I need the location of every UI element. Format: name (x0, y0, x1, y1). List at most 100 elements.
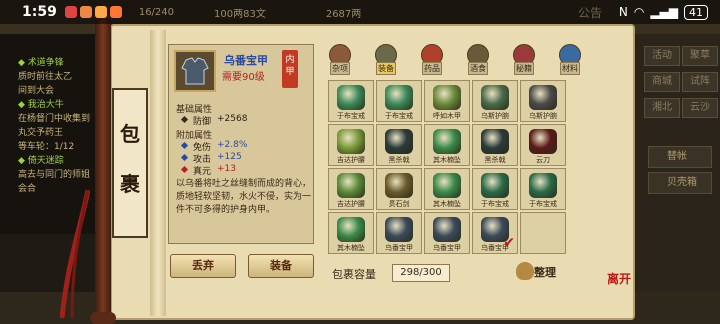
bag-icon[interactable] (516, 262, 534, 280)
clock: 1:59 (22, 4, 57, 20)
item-label: 于布宝戒 (529, 200, 557, 208)
item-label: 于布宝戒 (337, 112, 365, 120)
scroll-cap-bottom (90, 312, 116, 324)
inventory-slot[interactable]: 于布宝戒 (520, 168, 566, 210)
category-tab[interactable]: 材料 (552, 44, 588, 78)
category-tabs: 杂项 装备 药品 酒食 秘籍 材料 (322, 44, 594, 80)
category-tab[interactable]: 药品 (414, 44, 450, 78)
item-label: 黑杀戟 (484, 156, 506, 164)
menu-map-a[interactable]: 湘北 (644, 98, 680, 118)
inventory-slot[interactable]: 于布宝戒 (328, 80, 374, 122)
inventory-grid: 于布宝戒 于布宝戒 呼如木甲 乌斯护腕 乌斯护腕 吉达护腰 黑杀戟 其木楠坠 黑杀戟 云刀 吉达护腰… (328, 80, 600, 260)
inventory-slot[interactable]: 其木楠坠 (424, 168, 470, 210)
armor-icon (181, 57, 209, 85)
app-icon (64, 6, 77, 18)
item-icon (337, 129, 365, 154)
inventory-slot[interactable]: 乌番宝甲 (424, 212, 470, 254)
inventory-slot[interactable]: 于布宝戒 (472, 168, 518, 210)
item-label: 于布宝戒 (481, 200, 509, 208)
inventory-slot[interactable]: 其木楠坠 (424, 124, 470, 166)
inventory-slot[interactable]: 吉达护腰 (328, 168, 374, 210)
stat-value: +13 (217, 164, 237, 174)
stat-name: 防御 (193, 117, 212, 127)
discard-button[interactable]: 丢弃 (170, 254, 236, 278)
inventory-slot[interactable]: 乌番宝甲 (376, 212, 422, 254)
item-label: 于布宝戒 (385, 112, 413, 120)
category-label: 药品 (422, 62, 442, 75)
menu-shop[interactable]: 商城 (644, 72, 680, 92)
item-icon (385, 129, 413, 154)
sort-button[interactable]: 整理 (534, 264, 556, 280)
equip-slot-seal: 内甲 (282, 50, 298, 88)
empty-inventory-slot[interactable] (520, 212, 566, 254)
item-icon (481, 173, 509, 198)
stat-value: +2568 (217, 114, 248, 124)
item-icon (433, 85, 461, 110)
item-description: 以乌番将吐之丝缝制而成的背心，质地轻软坚韧，水火不侵，实为一件不可多得的护身内甲… (176, 179, 312, 215)
title-char: 裹 (120, 172, 140, 196)
item-icon (385, 85, 413, 110)
item-icon (481, 129, 509, 154)
inventory-slot[interactable]: 于布宝戒 (376, 80, 422, 122)
item-label: 乌斯护腕 (529, 112, 557, 120)
item-icon (337, 85, 365, 110)
item-icon (433, 129, 461, 154)
category-label: 酒食 (468, 62, 488, 75)
inventory-slot[interactable]: 乌斯护腕 (520, 80, 566, 122)
item-icon (529, 129, 557, 154)
inventory-slot[interactable]: 其木楠坠 (328, 212, 374, 254)
stat-true-energy: 真元 +13 (180, 164, 237, 177)
inventory-slot[interactable]: 呼如木甲 (424, 80, 470, 122)
item-label: 其木楠坠 (433, 200, 461, 208)
inventory-slot[interactable]: 贯石剑 (376, 168, 422, 210)
category-label: 杂项 (330, 62, 350, 75)
menu-map-b[interactable]: 云沙 (682, 98, 718, 118)
gold-hint: 2687两 (325, 8, 362, 20)
bag-count-hint: 16/240 (138, 6, 175, 18)
category-label: 秘籍 (514, 62, 534, 75)
selected-check-icon: ✔ (503, 235, 515, 251)
item-label: 吉达护腰 (337, 200, 365, 208)
item-icon (385, 217, 413, 242)
inventory-slot[interactable]: 吉达护腰 (328, 124, 374, 166)
item-icon (529, 85, 557, 110)
inventory-slot[interactable]: 乌斯护腕 (472, 80, 518, 122)
inventory-slot[interactable]: 黑杀戟 (376, 124, 422, 166)
item-label: 呼如木甲 (433, 112, 461, 120)
category-tab[interactable]: 酒食 (460, 44, 496, 78)
item-label: 云刀 (536, 156, 550, 164)
item-icon (481, 85, 509, 110)
category-tab[interactable]: 装备 (368, 44, 404, 78)
equip-button[interactable]: 装备 (248, 254, 314, 278)
menu-activity[interactable]: 活动 (644, 46, 680, 66)
window-title: 包 裹 (112, 88, 148, 238)
capacity-value: 298/300 (392, 264, 450, 282)
wifi-icon: ◠ (633, 5, 645, 19)
inventory-slot[interactable]: 乌番宝甲 ✔ (472, 212, 518, 254)
item-label: 吉达护腰 (337, 156, 365, 164)
item-label: 黑杀戟 (388, 156, 410, 164)
item-icon (337, 217, 365, 242)
status-icons: N ◠ ▂▄▆ 41 (618, 4, 708, 20)
capacity-label: 包裹容量 (332, 268, 376, 281)
menu-herb[interactable]: 聚草 (682, 46, 718, 66)
tassel-ornament (60, 190, 90, 319)
item-icon (433, 173, 461, 198)
category-tab[interactable]: 秘籍 (506, 44, 542, 78)
money-hint: 100两83文 (214, 8, 266, 20)
item-label: 其木楠坠 (337, 244, 365, 252)
inventory-slot[interactable]: 云刀 (520, 124, 566, 166)
leave-button[interactable]: 离开 (606, 272, 632, 312)
item-icon (337, 173, 365, 198)
item-level-requirement: 需要90级 (222, 72, 265, 83)
app-icon (94, 6, 107, 18)
nfc-icon: N (618, 5, 628, 19)
side-button-account[interactable]: 替帐 (648, 146, 712, 168)
category-label: 装备 (376, 62, 396, 75)
scroll-rod (95, 14, 111, 320)
category-tab[interactable]: 杂项 (322, 44, 358, 78)
side-button-shell-chest[interactable]: 贝壳箱 (648, 172, 712, 194)
stat-bullet-icon (180, 141, 189, 150)
inventory-slot[interactable]: 黑杀戟 (472, 124, 518, 166)
menu-trial[interactable]: 试阵 (682, 72, 718, 92)
